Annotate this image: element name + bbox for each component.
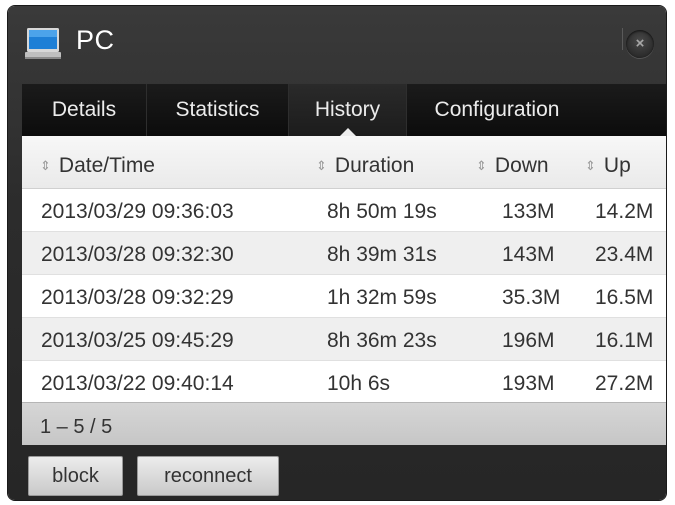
table-footer: 1 – 5 / 5 xyxy=(22,402,666,445)
window-title: PC xyxy=(76,25,115,55)
sort-icon: ⇕ xyxy=(585,158,596,173)
cell-duration: 1h 32m 59s xyxy=(327,286,437,309)
block-button[interactable]: block xyxy=(28,456,123,496)
close-button[interactable]: × xyxy=(626,30,654,58)
tab-label: History xyxy=(314,98,381,121)
table-row[interactable]: 2013/03/25 09:45:29 8h 36m 23s 196M 16.1… xyxy=(22,318,666,361)
column-header-up[interactable]: ⇕ Up xyxy=(585,136,631,188)
cell-up: 27.2M xyxy=(595,372,654,395)
tab-statistics[interactable]: Statistics xyxy=(147,84,289,136)
tab-label: Configuration xyxy=(434,98,560,121)
cell-up: 16.1M xyxy=(595,329,654,352)
cell-duration: 8h 50m 19s xyxy=(327,200,437,223)
tab-configuration[interactable]: Configuration xyxy=(407,84,587,136)
cell-down: 133M xyxy=(502,200,555,223)
active-tab-caret-icon xyxy=(339,128,356,136)
cell-up: 23.4M xyxy=(595,243,654,266)
table-row[interactable]: 2013/03/29 09:36:03 8h 50m 19s 133M 14.2… xyxy=(22,189,666,232)
column-header-down[interactable]: ⇕ Down xyxy=(476,136,549,188)
dialog-window: PC × Details Statistics History Configur… xyxy=(8,6,666,500)
cell-down: 193M xyxy=(502,372,555,395)
column-label: Down xyxy=(494,154,549,177)
pagination-status: 1 – 5 / 5 xyxy=(40,416,113,438)
table-header: ⇕ Date/Time ⇕ Duration ⇕ Down ⇕ Up xyxy=(22,136,666,189)
reconnect-button[interactable]: reconnect xyxy=(137,456,279,496)
cell-down: 143M xyxy=(502,243,555,266)
cell-up: 14.2M xyxy=(595,200,654,223)
cell-up: 16.5M xyxy=(595,286,654,309)
cell-datetime: 2013/03/22 09:40:14 xyxy=(41,372,234,395)
column-label: Up xyxy=(603,154,631,177)
cell-down: 196M xyxy=(502,329,555,352)
column-label: Date/Time xyxy=(58,154,155,177)
cell-duration: 8h 39m 31s xyxy=(327,243,437,266)
tab-label: Details xyxy=(51,98,117,121)
cell-duration: 8h 36m 23s xyxy=(327,329,437,352)
monitor-icon xyxy=(25,27,61,61)
table-row[interactable]: 2013/03/28 09:32:30 8h 39m 31s 143M 23.4… xyxy=(22,232,666,275)
cell-datetime: 2013/03/28 09:32:29 xyxy=(41,286,234,309)
cell-datetime: 2013/03/29 09:36:03 xyxy=(41,200,234,223)
sort-icon: ⇕ xyxy=(40,158,51,173)
tab-history[interactable]: History xyxy=(289,84,407,136)
table-row[interactable]: 2013/03/28 09:32:29 1h 32m 59s 35.3M 16.… xyxy=(22,275,666,318)
tab-details[interactable]: Details xyxy=(22,84,147,136)
column-label: Duration xyxy=(334,154,415,177)
close-icon: × xyxy=(635,35,645,52)
tab-label: Statistics xyxy=(175,98,260,121)
title-divider xyxy=(622,28,623,50)
history-table: ⇕ Date/Time ⇕ Duration ⇕ Down ⇕ Up 2013/03/2… xyxy=(22,136,666,402)
title-bar: PC × xyxy=(8,6,666,84)
tab-bar: Details Statistics History Configuration xyxy=(22,84,666,136)
column-header-duration[interactable]: ⇕ Duration xyxy=(316,136,414,188)
cell-down: 35.3M xyxy=(502,286,561,309)
column-header-datetime[interactable]: ⇕ Date/Time xyxy=(40,136,155,188)
table-row[interactable]: 2013/03/22 09:40:14 10h 6s 193M 27.2M xyxy=(22,361,666,402)
cell-datetime: 2013/03/28 09:32:30 xyxy=(41,243,234,266)
sort-icon: ⇕ xyxy=(476,158,487,173)
cell-duration: 10h 6s xyxy=(327,372,391,395)
sort-icon: ⇕ xyxy=(316,158,327,173)
cell-datetime: 2013/03/25 09:45:29 xyxy=(41,329,234,352)
